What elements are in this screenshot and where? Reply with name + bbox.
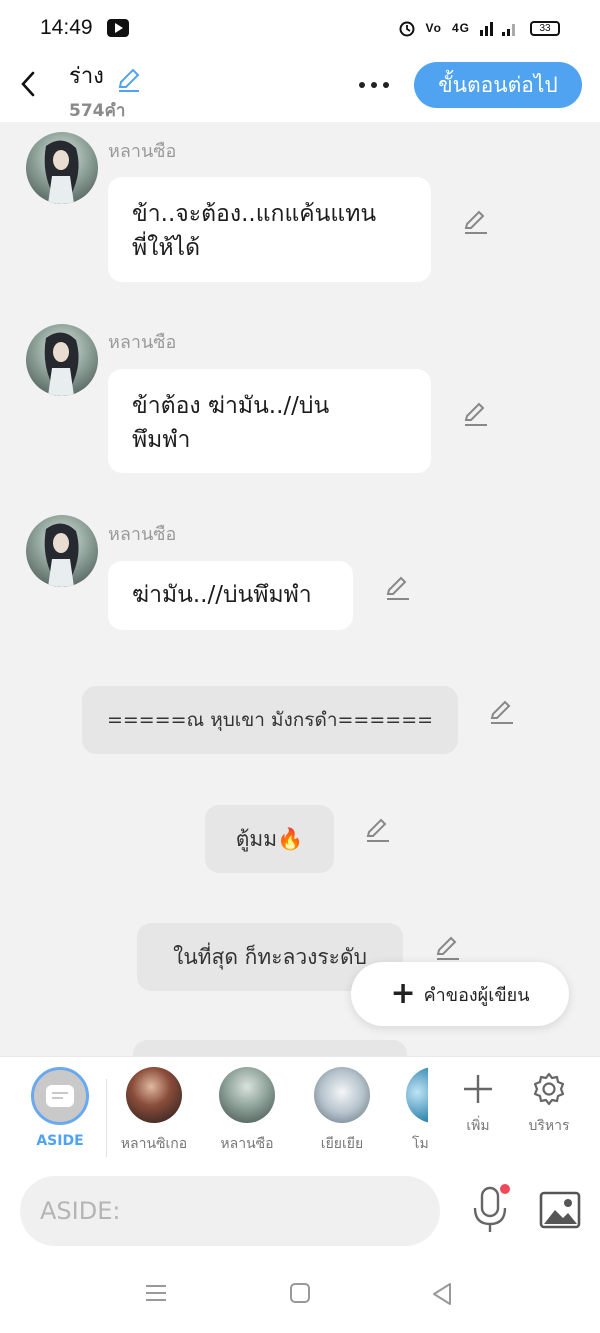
character-name: โม [412,1136,428,1152]
plus-icon: + [390,976,416,1011]
pencil-icon[interactable] [462,400,490,428]
youtube-notification-icon [106,19,129,37]
author-note-button[interactable]: + คำของผู้เขียน [351,962,569,1026]
image-icon [539,1191,581,1229]
character-name: ASIDE [36,1133,84,1149]
triangle-back-icon [433,1283,451,1305]
recent-apps-button[interactable] [145,1282,167,1308]
speaker-name: หลานซือ [108,332,177,353]
character-portrait-icon [44,140,79,204]
dot-icon [383,82,389,88]
character-name: เยียเยีย [320,1136,364,1152]
avatar [314,1067,370,1123]
speaker-name: หลานซือ [108,524,177,545]
speaker-name: หลานซือ [108,141,177,162]
square-icon [290,1283,310,1303]
dot-icon [371,82,377,88]
avatar [126,1067,182,1123]
pencil-icon[interactable] [434,934,462,962]
character-name: หลานซิเกอ [120,1136,188,1152]
dialogue-text-line: ข้าต้อง ฆ่ามัน..//บ่น [132,393,330,419]
character-item[interactable]: หลานซิเกอ [113,1067,195,1155]
character-selector-bar: ASIDE หลานซิเกอ หลานซือ เยียเยีย โม เพิ่… [0,1056,600,1164]
character-item[interactable]: เยียเยีย [304,1067,380,1155]
input-bar [0,1164,600,1258]
add-character-button[interactable]: เพิ่ม [456,1071,500,1137]
avatar[interactable] [26,515,98,587]
dialogue-text-line: พี่ให้ได้ [132,235,201,261]
character-portrait-icon [44,523,79,587]
status-bar: 14:49 Vo 4G 33 [0,0,600,56]
more-options-button[interactable] [352,70,396,100]
editor-header: ร่าง 574คำ ขั้นตอนต่อไป [0,56,600,122]
title-area: ร่าง 574คำ [69,58,143,124]
manage-label: บริหาร [528,1118,570,1134]
pencil-icon[interactable] [364,816,392,844]
character-item[interactable]: โม [404,1067,428,1155]
plus-icon [464,1075,492,1103]
dialogue-text-line: พึมพำ [132,427,191,453]
avatar[interactable] [26,324,98,396]
insert-image-button[interactable] [538,1190,582,1230]
story-chat-area[interactable]: หลานซือ ข้า..จะต้อง..แกแค้นแทน พี่ให้ได้… [0,122,600,1056]
dot-icon [359,82,365,88]
back-button[interactable] [14,64,46,104]
avatar [406,1067,428,1123]
character-name: หลานซือ [220,1136,274,1152]
notification-dot [500,1184,510,1194]
narration-icon [46,1085,74,1107]
aside-input[interactable] [20,1176,440,1246]
dialogue-text-line: ข้า..จะต้อง..แกแค้นแทน [132,201,377,227]
signal-icon [480,22,515,36]
character-item[interactable]: หลานซือ [209,1067,285,1155]
author-note-label: คำของผู้เขียน [423,984,530,1006]
status-icons: Vo 4G 33 [398,19,560,37]
pencil-icon[interactable] [462,208,490,236]
pencil-icon[interactable] [488,698,516,726]
system-navigation-bar [0,1258,600,1333]
menu-icon [146,1285,166,1301]
manage-characters-button[interactable]: บริหาร [524,1071,574,1137]
chevron-left-icon [21,71,35,97]
dialogue-text-line: ฆ่ามัน..//บ่นพึมพำ [132,582,312,608]
add-label: เพิ่ม [466,1118,490,1134]
gear-icon [533,1072,565,1106]
volte-icon: Vo [425,21,442,35]
narration-bubble[interactable]: =====ณ หุบเขา มังกรดำ====== [82,686,458,754]
pencil-icon[interactable] [384,574,412,602]
back-nav-button[interactable] [430,1282,454,1310]
home-button[interactable] [289,1282,311,1308]
dialogue-bubble[interactable]: ข้า..จะต้อง..แกแค้นแทน พี่ให้ได้ [108,177,431,282]
aside-avatar [31,1067,89,1125]
character-aside[interactable]: ASIDE [30,1067,90,1149]
next-step-button[interactable]: ขั้นตอนต่อไป [414,62,582,108]
alarm-icon [399,21,415,37]
narration-bubble[interactable]: ตู้มม🔥 [205,805,334,873]
page-title[interactable]: ร่าง [69,58,104,93]
status-time: 14:49 [40,16,93,39]
divider [106,1079,107,1157]
battery-icon: 33 [530,20,560,36]
character-portrait-icon [44,332,79,396]
dialogue-bubble[interactable]: ข้าต้อง ฆ่ามัน..//บ่น พึมพำ [108,369,431,473]
network-type: 4G [451,21,470,35]
avatar [219,1067,275,1123]
narration-bubble[interactable] [133,1040,407,1056]
pencil-icon[interactable] [115,65,143,93]
word-count: 574คำ [69,101,126,121]
dialogue-bubble[interactable]: ฆ่ามัน..//บ่นพึมพำ [108,561,353,630]
avatar[interactable] [26,132,98,204]
